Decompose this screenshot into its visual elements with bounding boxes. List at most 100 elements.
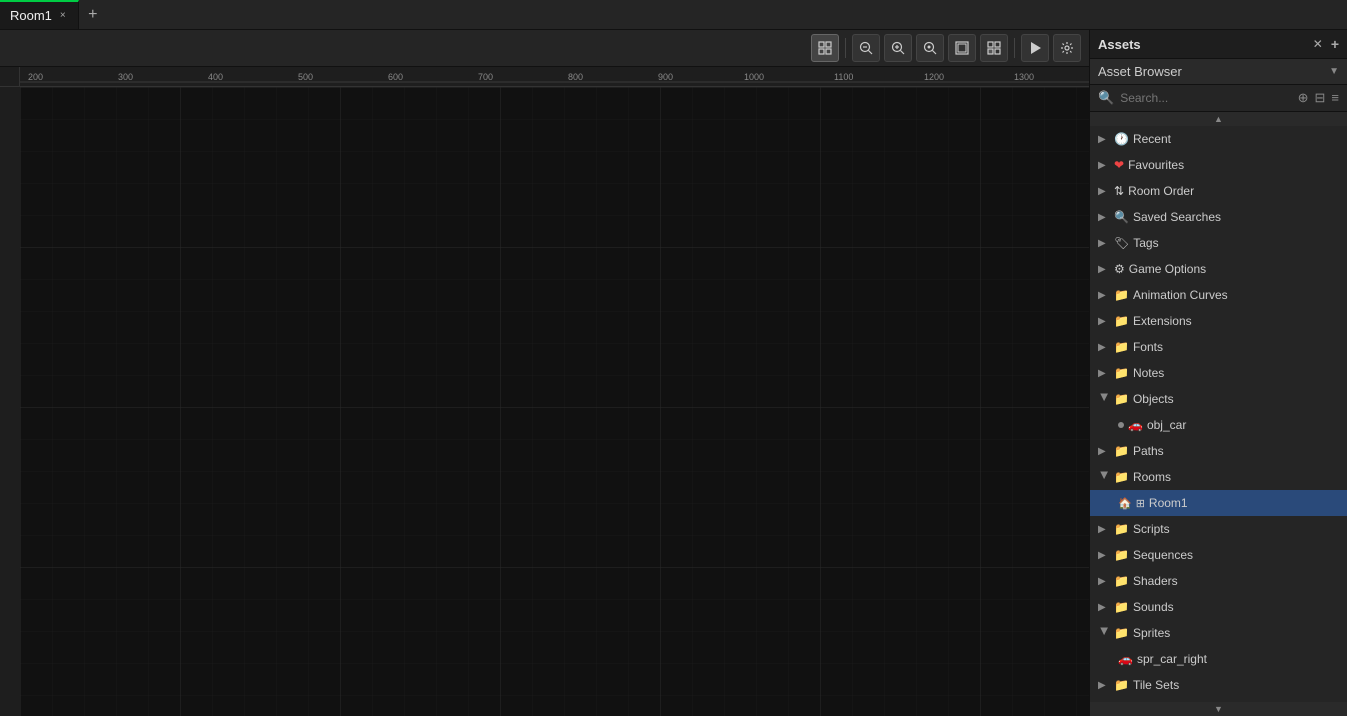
- tree-item-sounds[interactable]: ▶ 📁 Sounds: [1090, 594, 1347, 620]
- snap-btn[interactable]: [980, 34, 1008, 62]
- editor-area: [0, 87, 1089, 716]
- zoom-reset-icon: [923, 41, 937, 55]
- scripts-arrow: ▶: [1098, 524, 1110, 535]
- favourites-icon: ❤: [1114, 158, 1124, 172]
- editor-toolbar: [0, 30, 1089, 67]
- objects-label: Objects: [1133, 392, 1174, 406]
- sequences-label: Sequences: [1133, 548, 1193, 562]
- assets-panel-title: Assets: [1098, 37, 1309, 52]
- tree-item-extensions[interactable]: ▶ 📁 Extensions: [1090, 308, 1347, 334]
- asset-browser-dropdown[interactable]: Asset Browser ▼: [1090, 59, 1347, 85]
- svg-text:300: 300: [118, 72, 133, 82]
- objects-arrow: ▶: [1099, 393, 1110, 405]
- tile-sets-icon: 📁: [1114, 678, 1129, 692]
- svg-text:1100: 1100: [834, 72, 853, 82]
- tags-icon: 🏷: [1114, 236, 1129, 250]
- room-order-label: Room Order: [1128, 184, 1194, 198]
- search-actions: ⊕ ⊟ ≡: [1298, 90, 1339, 106]
- sprites-label: Sprites: [1133, 626, 1170, 640]
- extensions-icon: 📁: [1114, 314, 1129, 328]
- tree-item-game-options[interactable]: ▶ ⚙ Game Options: [1090, 256, 1347, 282]
- add-filter-btn[interactable]: ⊕: [1298, 90, 1309, 106]
- tree-item-scripts[interactable]: ▶ 📁 Scripts: [1090, 516, 1347, 542]
- extensions-arrow: ▶: [1098, 316, 1110, 327]
- spr-car-right-icon: 🚗: [1118, 652, 1133, 666]
- notes-arrow: ▶: [1098, 368, 1110, 379]
- tree-item-paths[interactable]: ▶ 📁 Paths: [1090, 438, 1347, 464]
- tree-item-obj-car[interactable]: 🚗 obj_car: [1090, 412, 1347, 438]
- svg-text:400: 400: [208, 72, 223, 82]
- search-input[interactable]: [1120, 91, 1291, 105]
- tree-item-recent[interactable]: ▶ 🕐 Recent: [1090, 126, 1347, 152]
- spr-car-right-label: spr_car_right: [1137, 652, 1207, 666]
- tree-item-fonts[interactable]: ▶ 📁 Fonts: [1090, 334, 1347, 360]
- objects-icon: 📁: [1114, 392, 1129, 406]
- scripts-icon: 📁: [1114, 522, 1129, 536]
- grid-btn[interactable]: [811, 34, 839, 62]
- tree-item-tags[interactable]: ▶ 🏷 Tags: [1090, 230, 1347, 256]
- tree-item-tile-sets[interactable]: ▶ 📁 Tile Sets: [1090, 672, 1347, 698]
- game-options-arrow: ▶: [1098, 264, 1110, 275]
- settings-btn[interactable]: [1053, 34, 1081, 62]
- menu-btn[interactable]: ≡: [1331, 90, 1339, 106]
- zoom-in-btn[interactable]: [884, 34, 912, 62]
- tree-item-room1[interactable]: 🏠 ⊞ Room1: [1090, 490, 1347, 516]
- svg-text:900: 900: [658, 72, 673, 82]
- room1-tab[interactable]: Room1 ×: [0, 0, 79, 29]
- notes-label: Notes: [1133, 366, 1164, 380]
- tree-item-rooms[interactable]: ▶ 📁 Rooms: [1090, 464, 1347, 490]
- tree-item-favourites[interactable]: ▶ ❤ Favourites: [1090, 152, 1347, 178]
- tree-item-sprites[interactable]: ▶ 📁 Sprites: [1090, 620, 1347, 646]
- horizontal-ruler: 200 300 400 500 600 700 800 900 1000 110…: [20, 67, 1089, 87]
- scroll-down-btn[interactable]: ▼: [1090, 702, 1347, 716]
- scripts-label: Scripts: [1133, 522, 1170, 536]
- zoom-reset-btn[interactable]: [916, 34, 944, 62]
- tree-item-animation-curves[interactable]: ▶ 📁 Animation Curves: [1090, 282, 1347, 308]
- svg-text:600: 600: [388, 72, 403, 82]
- sprites-icon: 📁: [1114, 626, 1129, 640]
- extensions-label: Extensions: [1133, 314, 1192, 328]
- main-content: 200 300 400 500 600 700 800 900 1000 110…: [0, 30, 1347, 716]
- tree-item-objects[interactable]: ▶ 📁 Objects: [1090, 386, 1347, 412]
- svg-text:700: 700: [478, 72, 493, 82]
- assets-add-btn[interactable]: +: [1331, 36, 1339, 52]
- settings-icon: [1060, 41, 1074, 55]
- scroll-up-btn[interactable]: ▲: [1090, 112, 1347, 126]
- rooms-icon: 📁: [1114, 470, 1129, 484]
- zoom-in-icon: [891, 41, 905, 55]
- assets-panel: Assets ✕ + Asset Browser ▼ 🔍 ⊕ ⊟ ≡ ▲ ▶: [1089, 30, 1347, 716]
- shaders-label: Shaders: [1133, 574, 1178, 588]
- recent-icon: 🕐: [1114, 132, 1129, 146]
- shaders-arrow: ▶: [1098, 576, 1110, 587]
- tree-item-room-order[interactable]: ▶ ⇅ Room Order: [1090, 178, 1347, 204]
- tab-label: Room1: [10, 8, 52, 23]
- tree-item-notes[interactable]: ▶ 📁 Notes: [1090, 360, 1347, 386]
- fit-btn[interactable]: [948, 34, 976, 62]
- ruler-v-svg: [0, 87, 20, 716]
- favourites-arrow: ▶: [1098, 160, 1110, 171]
- animation-curves-label: Animation Curves: [1133, 288, 1228, 302]
- tree-item-spr-car-right[interactable]: 🚗 spr_car_right: [1090, 646, 1347, 672]
- tree-item-sequences[interactable]: ▶ 📁 Sequences: [1090, 542, 1347, 568]
- saved-searches-arrow: ▶: [1098, 212, 1110, 223]
- tile-sets-arrow: ▶: [1098, 680, 1110, 691]
- room1-home-icon: 🏠: [1118, 497, 1132, 510]
- rooms-label: Rooms: [1133, 470, 1171, 484]
- svg-text:1200: 1200: [924, 72, 944, 82]
- fit-icon: [955, 41, 969, 55]
- play-btn[interactable]: [1021, 34, 1049, 62]
- tab-close-btn[interactable]: ×: [58, 8, 68, 23]
- tree-item-shaders[interactable]: ▶ 📁 Shaders: [1090, 568, 1347, 594]
- notes-icon: 📁: [1114, 366, 1129, 380]
- assets-tree[interactable]: ▶ 🕐 Recent ▶ ❤ Favourites ▶ ⇅ Room Order…: [1090, 126, 1347, 702]
- assets-close-btn[interactable]: ✕: [1313, 37, 1323, 51]
- fonts-arrow: ▶: [1098, 342, 1110, 353]
- assets-header: Assets ✕ +: [1090, 30, 1347, 59]
- zoom-out-btn[interactable]: [852, 34, 880, 62]
- grid-area[interactable]: [20, 87, 1089, 716]
- tree-item-saved-searches[interactable]: ▶ 🔍 Saved Searches: [1090, 204, 1347, 230]
- room1-grid-icon: ⊞: [1136, 497, 1145, 510]
- filter-btn[interactable]: ⊟: [1315, 90, 1326, 106]
- svg-text:1300: 1300: [1014, 72, 1034, 82]
- tab-add-btn[interactable]: +: [79, 0, 107, 29]
